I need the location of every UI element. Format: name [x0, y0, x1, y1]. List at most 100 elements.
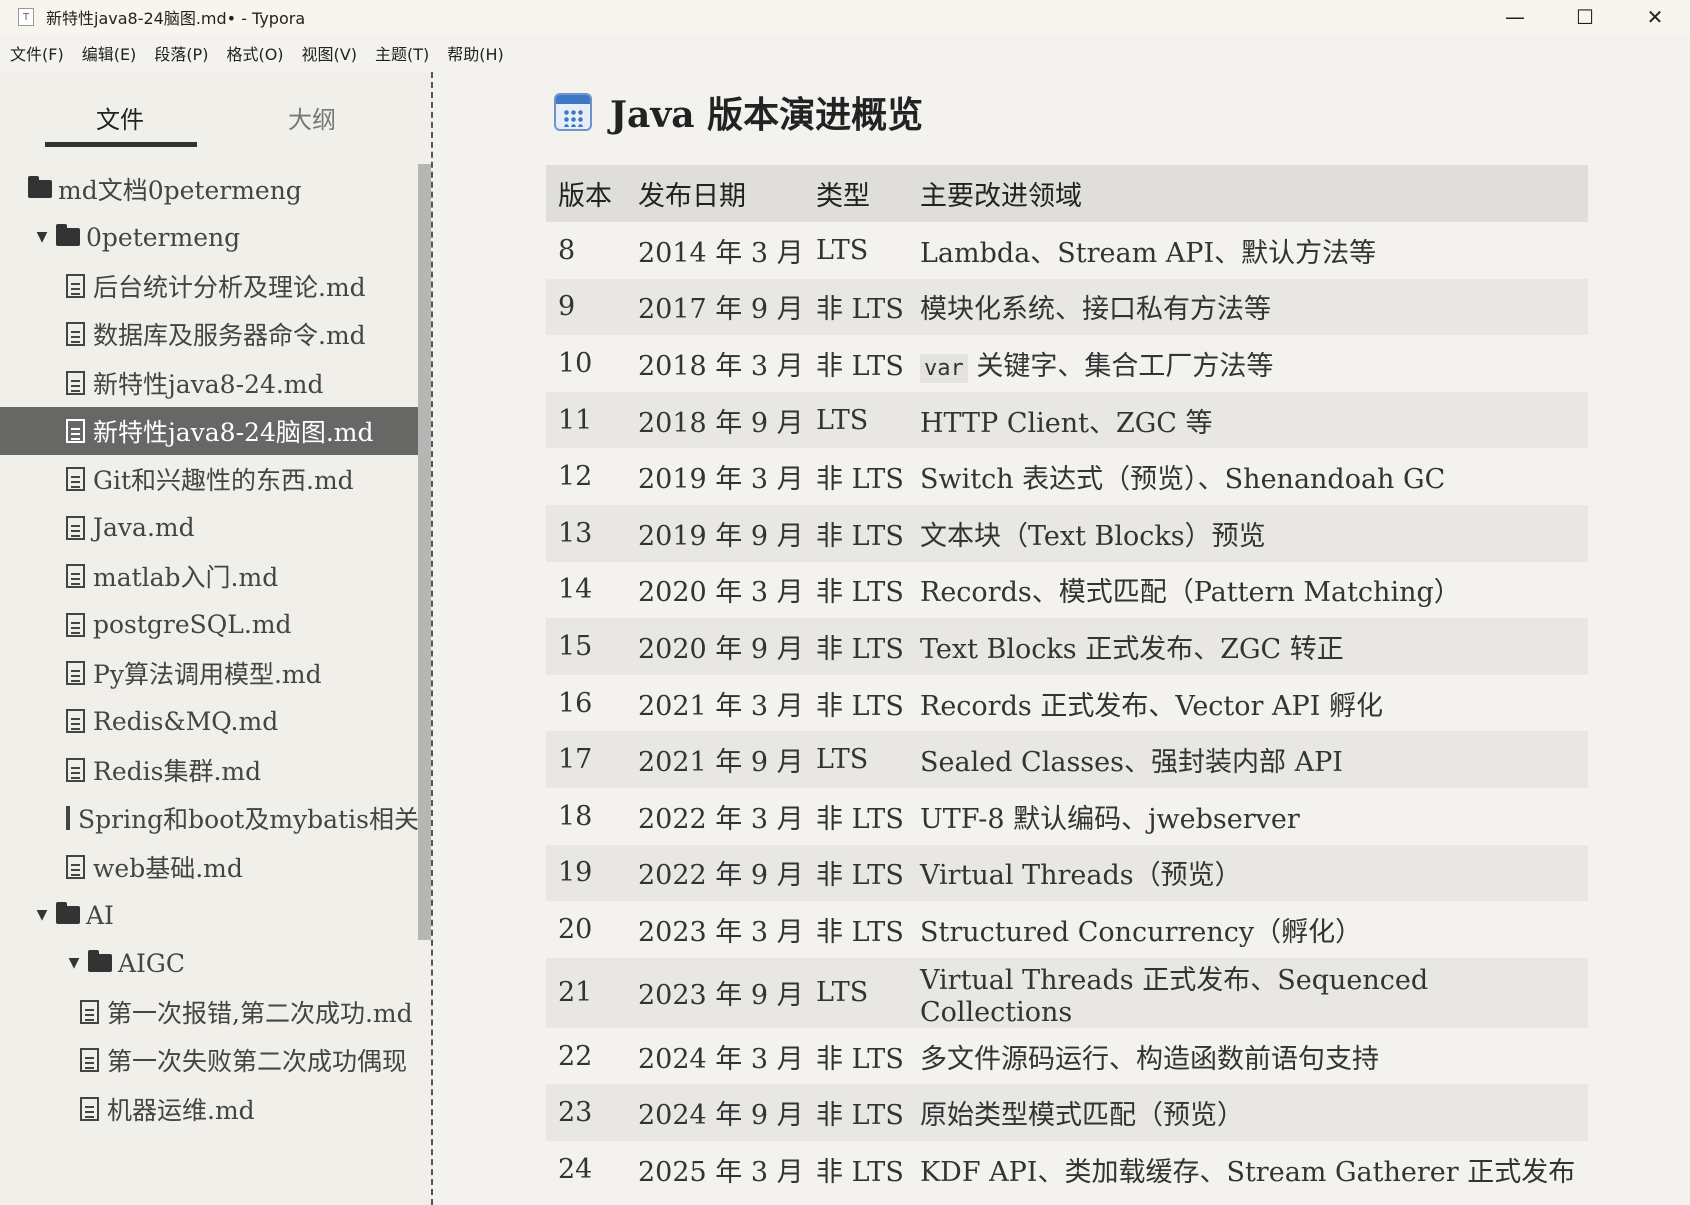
cell-type: 非 LTS [816, 350, 904, 382]
file-tree: md文档0petermeng ▼ 0petermeng 后台统计分析及理论.md 数据库… [0, 164, 418, 1205]
tree-item-label: 数据库及服务器命令.md [93, 321, 366, 351]
cell-type: 非 LTS [804, 844, 908, 902]
cell-date: 2023 年 9 月 [626, 957, 804, 1028]
tree-item-label: md文档0petermeng [58, 176, 302, 205]
folder-icon [88, 950, 112, 973]
tree-file[interactable]: Java.md [0, 504, 418, 552]
cell-date: 2024 年 9 月 [626, 1084, 804, 1141]
tree-file[interactable]: 第一次报错,第二次成功.md [0, 988, 418, 1036]
menu-format[interactable]: 格式(O) [226, 41, 283, 65]
cell-date: 2022 年 3 月 [638, 803, 804, 835]
tree-file[interactable]: 数据库及服务器命令.md [0, 310, 418, 358]
cell-version: 9 [546, 278, 626, 336]
cell-improvements: KDF API、类加载缓存、Stream Gatherer 正式发布 [920, 1156, 1576, 1188]
cell-date: 2025 年 3 月 [638, 1156, 804, 1188]
minimize-button[interactable]: — [1480, 0, 1550, 34]
tree-folder[interactable]: ▼ 0petermeng [0, 213, 418, 261]
tree-file[interactable]: Py算法调用模型.md [0, 649, 418, 697]
cell-improvements: HTTP Client、ZGC 等 [908, 391, 1588, 449]
cell-version: 10 [558, 347, 593, 379]
menu-file[interactable]: 文件(F) [10, 41, 64, 65]
versions-table: 版本 发布日期 类型 主要改进领域 8 2014 年 3 月 LTS Lambda、S… [546, 165, 1588, 1198]
table-row: 24 2025 年 3 月非 LTS KDF API、类加载缓存、Stream Ga… [546, 1141, 1588, 1198]
tree-item-label: 后台统计分析及理论.md [93, 272, 366, 302]
tree-file[interactable]: 第一次失败第二次成功偶现 [0, 1036, 418, 1084]
table-row: 16 2021 年 3 月非 LTS Records 正式发布、Vector API… [546, 675, 1588, 732]
table-row: 12 2019 年 3 月非 LTS Switch 表达式（预览）、Shenando… [546, 448, 1588, 505]
cell-improvements: 模块化系统、接口私有方法等 [908, 278, 1588, 336]
file-icon [66, 854, 85, 879]
cell-type: 非 LTS [816, 916, 904, 948]
tree-file[interactable]: 新特性java8-24.md [0, 359, 418, 407]
sidebar-divider[interactable] [431, 72, 433, 1205]
tree-item-label: 第一次失败第二次成功偶现 [107, 1047, 408, 1077]
cell-improvements: Text Blocks 正式发布、ZGC 转正 [908, 618, 1588, 675]
chevron-down-icon[interactable]: ▼ [34, 907, 50, 923]
file-icon [80, 999, 99, 1024]
cell-version: 11 [546, 391, 626, 449]
tree-item-label: Redis&MQ.md [93, 706, 279, 736]
tree-folder[interactable]: ▼ AIGC [0, 939, 418, 987]
editor-content[interactable]: Java 版本演进概览 版本 发布日期 类型 主要改进领域 8 2014 年 3 … [434, 72, 1690, 1205]
tree-file[interactable]: 后台统计分析及理论.md [0, 262, 418, 310]
tree-file[interactable]: Spring和boot及mybatis相关 [0, 794, 418, 842]
tab-outline[interactable]: 大纲 [288, 100, 336, 135]
table-row: 20 2023 年 3 月非 LTS Structured Concurrency（… [546, 901, 1588, 958]
menu-view[interactable]: 视图(V) [302, 41, 357, 65]
tab-files[interactable]: 文件 [96, 100, 144, 135]
menu-paragraph[interactable]: 段落(P) [154, 41, 208, 65]
cell-version: 21 [546, 957, 626, 1028]
tree-file[interactable]: web基础.md [0, 843, 418, 891]
chevron-down-icon[interactable]: ▼ [66, 955, 82, 971]
tree-item-label: Py算法调用模型.md [93, 660, 322, 689]
cell-type: 非 LTS [816, 1043, 904, 1075]
tree-item-label: web基础.md [93, 853, 243, 883]
cell-version: 12 [558, 461, 593, 493]
tree-item-label: Git和兴趣性的东西.md [93, 466, 354, 496]
cell-version: 15 [546, 618, 626, 675]
tree-file[interactable]: postgreSQL.md [0, 601, 418, 649]
table-row: 14 2020 年 3 月非 LTS Records、模式匹配（Pattern Ma… [546, 562, 1588, 619]
menu-theme[interactable]: 主题(T) [375, 41, 429, 65]
file-icon [80, 1048, 99, 1073]
tree-file[interactable]: Redis集群.md [0, 746, 418, 794]
cell-date: 2019 年 9 月 [626, 504, 804, 562]
header-date: 发布日期 [626, 165, 804, 222]
tree-file[interactable]: Git和兴趣性的东西.md [0, 455, 418, 503]
cell-version: 13 [546, 504, 626, 562]
tree-folder[interactable]: ▼ AI [0, 891, 418, 939]
maximize-button[interactable]: ☐ [1550, 0, 1620, 34]
cell-date: 2020 年 9 月 [626, 618, 804, 675]
menu-edit[interactable]: 编辑(E) [82, 41, 137, 65]
file-icon [66, 273, 85, 298]
file-icon [66, 661, 85, 685]
tree-folder[interactable]: md文档0petermeng [0, 165, 418, 213]
folder-icon [56, 902, 80, 924]
cell-type: LTS [804, 391, 908, 449]
table-row: 23 2024 年 9 月非 LTS 原始类型模式匹配（预览） [546, 1084, 1588, 1141]
cell-version: 20 [558, 913, 593, 945]
cell-date: 2023 年 3 月 [638, 916, 804, 948]
folder-icon [28, 176, 52, 198]
cell-improvements: Virtual Threads（预览） [908, 844, 1588, 902]
file-icon [66, 419, 85, 443]
window-controls: — ☐ ✕ [1480, 0, 1690, 34]
header-improvements: 主要改进领域 [908, 165, 1588, 222]
tree-file[interactable]: 新特性java8-24脑图.md [0, 407, 418, 455]
table-row: 15 2020 年 9 月非 LTS Text Blocks 正式发布、ZGC 转正 [546, 618, 1588, 675]
menu-help[interactable]: 帮助(H) [447, 41, 504, 65]
sidebar-scrollbar[interactable] [418, 164, 431, 940]
chevron-down-icon[interactable]: ▼ [34, 229, 50, 245]
tree-item-label: 机器运维.md [107, 1095, 255, 1125]
tree-file[interactable]: Redis&MQ.md [0, 697, 418, 745]
cell-type: 非 LTS [816, 690, 904, 722]
tree-file[interactable]: matlab入门.md [0, 552, 418, 600]
file-icon [80, 1096, 99, 1121]
cell-date: 2021 年 9 月 [626, 731, 804, 788]
file-icon [66, 806, 70, 831]
tree-item-label: Redis集群.md [93, 756, 262, 786]
folder-icon [56, 224, 80, 247]
tree-file[interactable]: 机器运维.md [0, 1085, 418, 1133]
file-icon [66, 322, 85, 347]
close-button[interactable]: ✕ [1620, 0, 1690, 34]
